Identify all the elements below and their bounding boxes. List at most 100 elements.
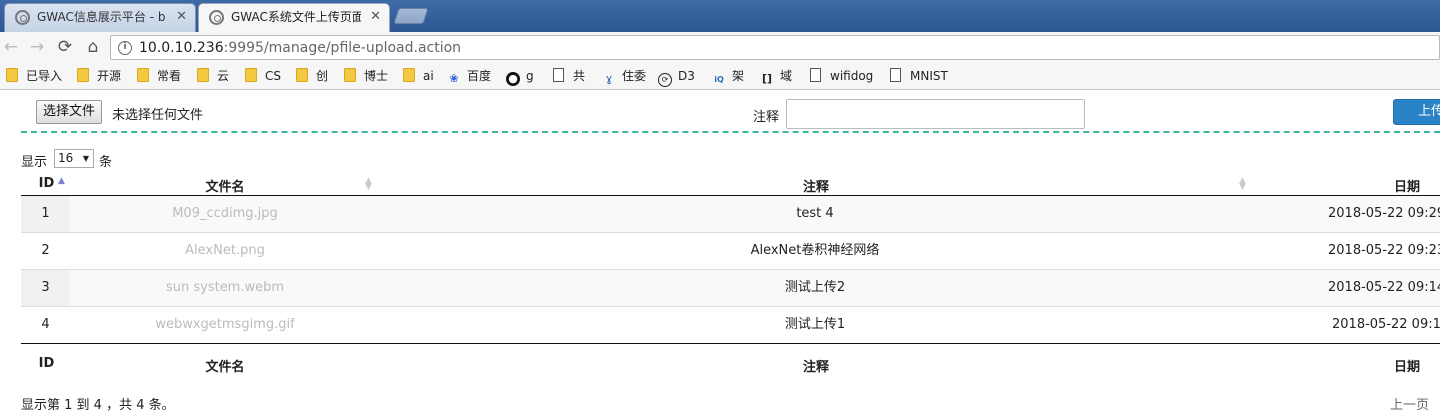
previous-page-button[interactable]: 上一页 (1390, 394, 1429, 413)
cell-note: AlexNet卷积神经网络 (750, 243, 880, 258)
table-row[interactable]: 3 sun system.webm 测试上传2 2018-05-22 09:14 (21, 270, 1440, 307)
bookmark-housing[interactable]: ɣ 住委 (602, 68, 647, 85)
bookmark-ai[interactable]: ai (403, 68, 434, 84)
bookmark-cs[interactable]: CS (245, 68, 281, 84)
bookmark-label: ai (423, 69, 434, 83)
tab-gwac-info[interactable]: GWAC信息展示平台 - b ✕ (4, 3, 196, 32)
bookmark-create[interactable]: 创 (296, 68, 328, 84)
cell-date: 2018-05-22 09:23 (1328, 243, 1440, 258)
sort-both-icon[interactable]: ▲ ▼ (1239, 177, 1246, 192)
browser-tab-strip: GWAC信息展示平台 - b ✕ GWAC系统文件上传页面 ✕ (0, 0, 1440, 32)
bookmark-open-source[interactable]: 开源 (77, 68, 121, 84)
back-arrow-icon[interactable]: ← (0, 36, 22, 58)
bookmark-label: 域 (780, 69, 793, 83)
cell-note: 测试上传2 (784, 280, 846, 295)
bookmark-label: CS (265, 69, 281, 83)
bookmark-mnist[interactable]: MNIST (890, 68, 948, 84)
bookmark-label: 架 (732, 69, 745, 83)
bookmark-wifidog[interactable]: wifidog (810, 68, 873, 84)
cell-date: 2018-05-22 09:12 (1332, 317, 1440, 332)
choose-file-button[interactable]: 选择文件 (36, 100, 103, 124)
page-icon (553, 68, 564, 82)
bookmark-infoq[interactable]: iQ 架 (712, 68, 744, 84)
dropdown-arrow-icon: ▼ (82, 154, 89, 163)
sort-both-icon[interactable]: ▲ ▼ (365, 177, 372, 192)
bookmarks-bar: 已导入 开源 常看 云 CS 创 博士 ai ❀ 百度 ● g 共 ɣ 住委 ⟳ D3 … (0, 62, 1440, 90)
bookmark-label: 已导入 (26, 69, 63, 83)
footer-header-filename: 文件名 (205, 360, 245, 375)
tab-file-upload[interactable]: GWAC系统文件上传页面 ✕ (198, 3, 390, 32)
bookmark-d3[interactable]: ⟳ D3 (658, 68, 695, 87)
file-status-text: 未选择任何文件 (112, 108, 204, 123)
baidu-paw-icon: ❀ (449, 72, 459, 85)
page-length-select[interactable]: 16 ▼ (54, 149, 94, 168)
close-icon[interactable]: ✕ (370, 4, 381, 30)
cell-filename[interactable]: AlexNet.png (70, 233, 380, 269)
address-bar[interactable]: i 10.0.10.236:9995/manage/pfile-upload.a… (110, 35, 1440, 60)
bookmark-label: 住委 (622, 69, 647, 83)
infoq-icon: iQ (714, 75, 724, 84)
bookmark-label: 共 (573, 69, 586, 83)
url-path: :9995/manage/pfile-upload.action (223, 40, 462, 56)
folder-icon (197, 68, 209, 82)
cell-filename[interactable]: webwxgetmsgimg.gif (70, 307, 380, 343)
folder-icon (6, 68, 18, 82)
d3-icon: ⟳ (658, 73, 672, 87)
bookmark-label: 创 (316, 69, 329, 83)
bookmark-label: D3 (678, 69, 695, 83)
footer-header-note: 注释 (802, 360, 829, 375)
note-input[interactable] (786, 99, 1085, 129)
page-icon (890, 68, 901, 82)
feather-icon: ɣ (605, 72, 613, 85)
table-row[interactable]: 4 webwxgetmsgimg.gif 测试上传1 2018-05-22 09… (21, 307, 1440, 344)
cell-date: 2018-05-22 09:29 (1328, 206, 1440, 221)
forward-arrow-icon[interactable]: → (26, 36, 48, 58)
home-icon[interactable]: ⌂ (82, 36, 104, 58)
folder-icon (137, 68, 149, 82)
footer-header-date: 日期 (1393, 360, 1420, 375)
bookmark-baidu[interactable]: ❀ 百度 (447, 68, 492, 85)
cell-note: test 4 (796, 206, 834, 221)
site-favicon-icon (15, 10, 30, 25)
column-header-filename[interactable]: 文件名 (180, 176, 270, 195)
bookmark-shared[interactable]: 共 (553, 68, 585, 84)
cell-filename[interactable]: sun system.webm (70, 270, 380, 306)
bookmark-frequent[interactable]: 常看 (137, 68, 181, 84)
github-icon: ● (506, 72, 520, 86)
column-header-date[interactable]: 日期 (1384, 176, 1430, 195)
table-info: 显示第 1 到 4 ，共 4 条。 (21, 398, 175, 413)
bookmark-label: MNIST (910, 69, 948, 83)
bookmark-domain[interactable]: [] 域 (760, 68, 793, 85)
folder-icon (77, 68, 89, 82)
table-row[interactable]: 2 AlexNet.png AlexNet卷积神经网络 2018-05-22 0… (21, 233, 1440, 270)
reload-icon[interactable]: ⟳ (54, 36, 76, 58)
length-prefix: 显示 (21, 155, 48, 170)
cell-id: 2 (41, 243, 50, 258)
bracket-icon: [] (761, 72, 773, 85)
bookmark-label: 百度 (467, 69, 492, 83)
sort-ascending-icon[interactable]: ▲ (58, 177, 65, 186)
info-icon[interactable]: i (118, 41, 132, 55)
table-row[interactable]: 1 M09_ccdimg.jpg test 4 2018-05-22 09:29 (21, 196, 1440, 233)
note-label: 注释 (753, 110, 780, 125)
cell-date: 2018-05-22 09:14 (1328, 280, 1440, 295)
site-favicon-icon (209, 10, 224, 25)
bookmark-cloud[interactable]: 云 (197, 68, 229, 84)
upload-button[interactable]: 上传 (1393, 99, 1440, 125)
column-header-id[interactable]: ID (34, 176, 59, 191)
folder-icon (403, 68, 415, 82)
dashed-divider (21, 131, 1440, 133)
cell-filename[interactable]: M09_ccdimg.jpg (70, 196, 380, 232)
bookmark-label: 博士 (364, 69, 389, 83)
new-tab-button[interactable] (393, 8, 429, 24)
bookmark-imported[interactable]: 已导入 (6, 68, 62, 84)
cell-note: 测试上传1 (784, 317, 846, 332)
bookmark-phd[interactable]: 博士 (344, 68, 388, 84)
close-icon[interactable]: ✕ (176, 4, 187, 30)
folder-icon (344, 68, 356, 82)
bookmark-github[interactable]: ● g (506, 68, 534, 86)
bookmark-label: g (526, 69, 534, 83)
length-suffix: 条 (99, 155, 113, 170)
column-header-note[interactable]: 注释 (770, 176, 862, 195)
page-icon (810, 68, 821, 82)
